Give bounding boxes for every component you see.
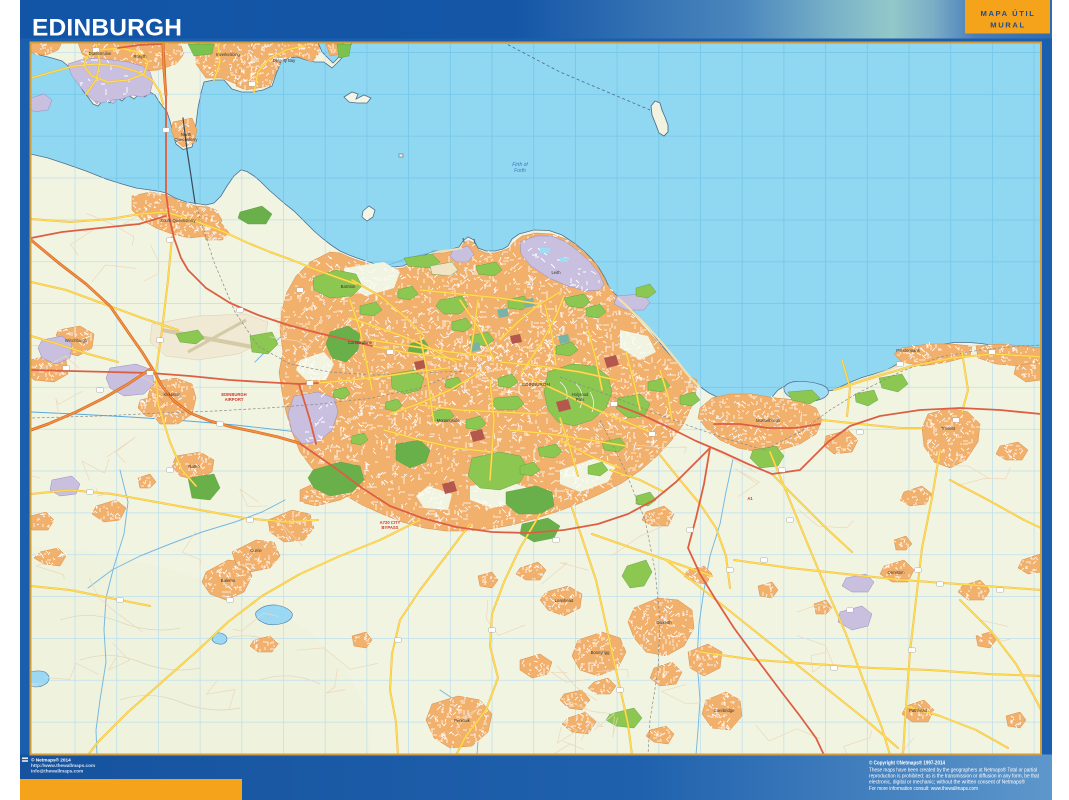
svg-text:South Queensferry: South Queensferry [160, 218, 196, 223]
svg-text:A1: A1 [747, 496, 753, 501]
svg-text:Bonnyrigg: Bonnyrigg [591, 650, 611, 655]
svg-text:Pathhead: Pathhead [909, 708, 928, 713]
svg-text:info@thewallmaps.com: info@thewallmaps.com [31, 768, 83, 773]
svg-text:© Netmaps® 2014: © Netmaps® 2014 [31, 757, 71, 763]
svg-text:MURAL: MURAL [990, 21, 1025, 30]
svg-text:Prestonpans: Prestonpans [896, 348, 920, 353]
svg-text:Dunfermline: Dunfermline [89, 51, 112, 56]
svg-text:Barnton: Barnton [341, 284, 356, 289]
svg-text:Morningside: Morningside [437, 418, 460, 423]
svg-text:Queensferry: Queensferry [174, 137, 198, 142]
svg-text:Park: Park [576, 397, 586, 402]
svg-text:Loanhead: Loanhead [555, 598, 574, 603]
svg-text:Tranent: Tranent [941, 426, 956, 431]
svg-text:Inverkeithing: Inverkeithing [216, 52, 240, 57]
svg-text:Currie: Currie [250, 548, 262, 553]
svg-text:EDINBURGH: EDINBURGH [32, 15, 182, 42]
svg-text:Dalkeith: Dalkeith [656, 620, 672, 625]
svg-text:EDINBURGH: EDINBURGH [522, 382, 550, 387]
svg-text:Rosyth: Rosyth [133, 54, 147, 59]
svg-text:Gorebridge: Gorebridge [714, 708, 736, 713]
svg-text:http://www.thewallmaps.com: http://www.thewallmaps.com [31, 763, 95, 768]
svg-text:Balerno: Balerno [221, 578, 236, 583]
svg-text:Winchburgh: Winchburgh [65, 338, 88, 343]
svg-text:Dalgety Bay: Dalgety Bay [273, 58, 296, 63]
svg-text:AIRPORT: AIRPORT [225, 397, 244, 402]
svg-text:Kirkliston: Kirkliston [164, 392, 182, 397]
svg-text:MAPA ÚTIL: MAPA ÚTIL [981, 9, 1036, 18]
svg-text:Penicuik: Penicuik [454, 718, 471, 723]
svg-text:BYPASS: BYPASS [382, 525, 399, 530]
svg-text:Ormiston: Ormiston [888, 570, 906, 575]
svg-text:Leith: Leith [551, 270, 561, 275]
svg-text:electronic, digital or mechani: electronic, digital or mechanic; without… [869, 778, 1025, 785]
svg-text:Corstorphine: Corstorphine [348, 340, 373, 345]
svg-text:For more information consult:: For more information consult: www.thewal… [869, 786, 978, 792]
svg-text:Forth: Forth [514, 168, 526, 174]
svg-text:Musselburgh: Musselburgh [756, 418, 781, 423]
svg-text:© Copyright ©Netmaps® 1997-201: © Copyright ©Netmaps® 1997-2014 [869, 760, 945, 767]
svg-text:These maps have been created b: These maps have been created by the geog… [869, 766, 1037, 773]
svg-text:Ratho: Ratho [188, 464, 200, 469]
